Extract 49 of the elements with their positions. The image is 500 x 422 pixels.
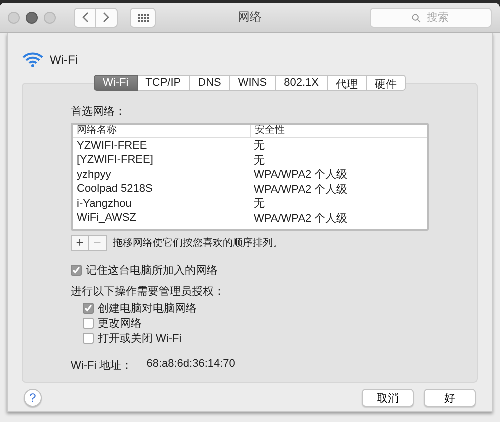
forward-button[interactable]: [96, 8, 118, 28]
dialog-button[interactable]: 取消: [362, 389, 414, 407]
checkbox[interactable]: [83, 303, 94, 314]
help-button[interactable]: ?: [24, 389, 42, 407]
address-value: 68:a8:6d:36:14:70: [146, 358, 236, 372]
tab[interactable]: 802.1X: [276, 75, 328, 91]
network-name: yzhpyy: [76, 168, 112, 181]
chevron-right-icon: [103, 12, 110, 23]
hint-text: 拖移网络使它们按您喜欢的顺序排列。: [113, 236, 283, 250]
tab[interactable]: 硬件: [366, 75, 406, 91]
grid-icon: [138, 14, 148, 22]
interface-title: Wi-Fi: [50, 53, 78, 67]
add-button[interactable]: +: [71, 235, 89, 251]
tab[interactable]: WINS: [230, 75, 276, 91]
window-title: 网络: [238, 10, 262, 24]
wifi-icon: [22, 52, 44, 68]
tab[interactable]: 代理: [328, 75, 367, 91]
tab[interactable]: Wi-Fi: [94, 75, 138, 91]
tab[interactable]: DNS: [190, 75, 230, 91]
section-label: 进行以下操作需要管理员授权：: [71, 285, 226, 299]
security-type: WPA/WPA2 个人级: [253, 168, 349, 182]
search-field[interactable]: 搜索: [370, 8, 492, 28]
security-type: 无: [253, 139, 266, 153]
chevron-left-icon: [82, 12, 88, 23]
show-all-button[interactable]: [130, 8, 156, 28]
search-icon: [412, 14, 421, 22]
network-name: Coolpad 5218S: [76, 183, 154, 196]
network-name: i-Yangzhou: [76, 198, 133, 210]
network-name: [YZWIFI-FREE]: [76, 154, 154, 166]
minimize-button[interactable]: [26, 12, 38, 24]
column-header[interactable]: 网络名称: [73, 125, 250, 137]
tab[interactable]: TCP/IP: [138, 75, 190, 91]
back-button[interactable]: [74, 8, 96, 28]
checkbox[interactable]: [71, 265, 82, 276]
security-type: WPA/WPA2 个人级: [253, 212, 349, 226]
checkbox-label: 记住这台电脑所加入的网络: [86, 264, 218, 278]
security-type: 无: [253, 197, 266, 212]
address-label: Wi-Fi 地址：: [71, 359, 133, 373]
section-label: 首选网络：: [71, 105, 127, 119]
security-type: 无: [253, 154, 266, 168]
checkbox[interactable]: [83, 318, 94, 329]
checkbox-label: 打开或关闭 Wi-Fi: [98, 332, 182, 346]
network-name: WiFi_AWSZ: [76, 212, 138, 224]
checkbox[interactable]: [83, 333, 94, 344]
dialog-button[interactable]: 好: [424, 389, 476, 407]
security-type: WPA/WPA2 个人级: [253, 182, 349, 197]
network-name: YZWIFI-FREE: [76, 140, 148, 152]
checkbox-label: 更改网络: [98, 317, 142, 331]
checkbox-label: 创建电脑对电脑网络: [98, 302, 197, 316]
